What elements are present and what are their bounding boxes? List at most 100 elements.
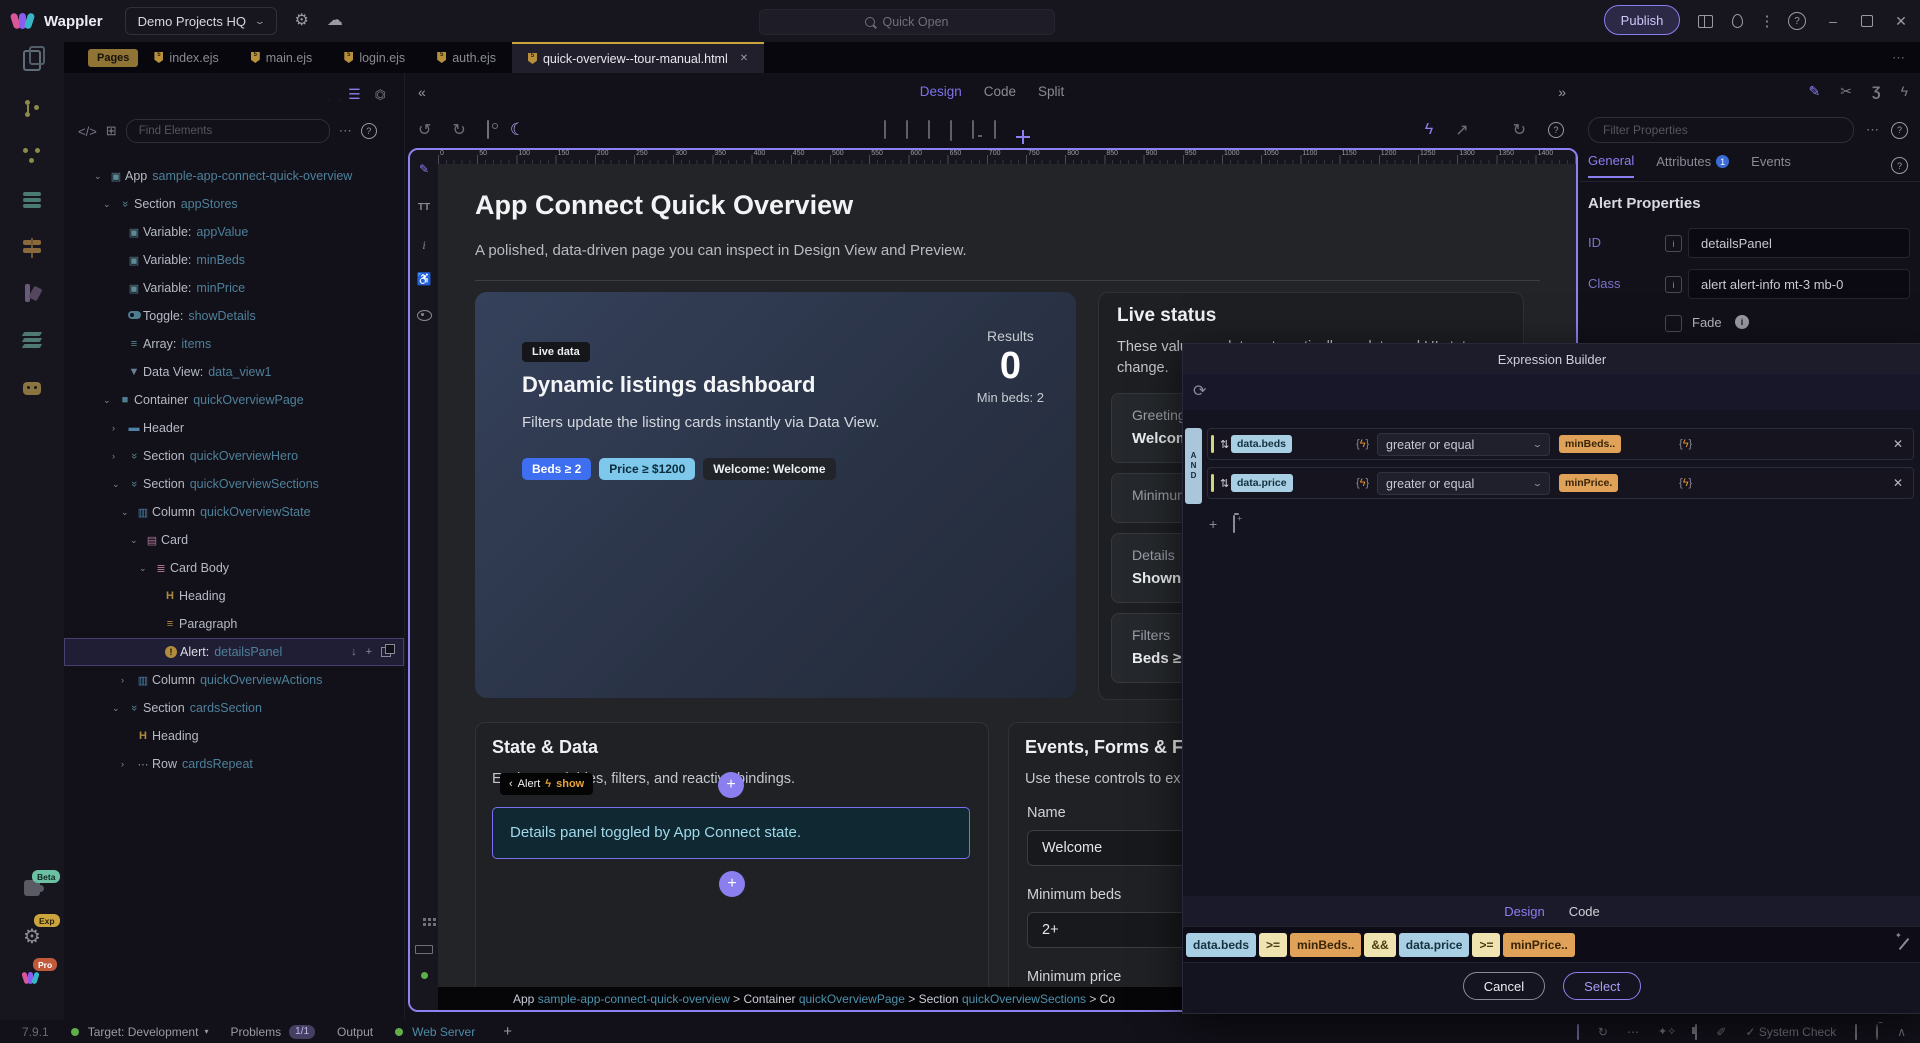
maximize-button[interactable] (1852, 0, 1882, 42)
expand-right-icon[interactable]: » (1558, 85, 1566, 99)
theme-droplet-icon[interactable] (1722, 0, 1752, 42)
remove-condition-icon[interactable]: ✕ (1893, 437, 1903, 451)
operator-select[interactable]: greater or equal⌄ (1377, 472, 1550, 495)
left-operand-chip[interactable]: data.price (1231, 474, 1293, 492)
tree-item[interactable]: ›▥ColumnquickOverviewActions (64, 666, 404, 694)
grid-toggle-icon[interactable] (410, 918, 438, 921)
tree-item[interactable]: ›»SectionquickOverviewHero (64, 442, 404, 470)
cloud-deploy-icon[interactable]: ☁ (327, 13, 343, 29)
workflows-icon[interactable] (0, 146, 64, 164)
binding-icon[interactable]: {ϟ} (1679, 438, 1692, 450)
tree-chevron-icon[interactable]: › (121, 759, 134, 769)
cancel-button[interactable]: Cancel (1463, 972, 1545, 1000)
fade-info-icon[interactable]: i (1735, 315, 1749, 329)
split-view-icon[interactable] (1690, 0, 1720, 42)
settings-gear-icon[interactable]: ⚙ (295, 13, 309, 29)
view-tab-code[interactable]: Code (984, 84, 1016, 99)
tree-view-icon[interactable]: ⏣ (375, 87, 386, 103)
hero-card[interactable]: Live data Dynamic listings dashboard Fil… (475, 292, 1076, 698)
tree-item[interactable]: ≡Array:items (64, 330, 404, 358)
remove-condition-icon[interactable]: ✕ (1893, 476, 1903, 490)
find-elements-input[interactable] (126, 119, 330, 143)
expression-chip[interactable]: minPrice.. (1503, 933, 1574, 957)
scissors-icon[interactable]: ✂ (1840, 83, 1852, 100)
class-info-icon[interactable]: i (1665, 276, 1682, 293)
experimental-gear-icon[interactable]: ⚙ (0, 924, 64, 949)
tree-item[interactable]: ⌄▤Card (64, 526, 404, 554)
move-down-icon[interactable]: ↓ (351, 646, 357, 658)
file-tab[interactable]: 5quick-overview--tour-manual.html✕ (512, 42, 764, 73)
tree-chevron-icon[interactable]: › (112, 451, 125, 461)
kebab-menu-icon[interactable]: ⋮ (1752, 0, 1782, 42)
project-switcher[interactable]: Demo Projects HQ ⌄ (125, 7, 277, 35)
view-tab-split[interactable]: Split (1038, 84, 1064, 99)
routes-signpost-icon[interactable] (0, 238, 64, 258)
dialog-tab-code[interactable]: Code (1569, 904, 1600, 919)
typography-icon[interactable]: TT (410, 202, 438, 213)
tree-chevron-icon[interactable]: › (112, 423, 125, 433)
ruler-toggle-icon[interactable] (410, 945, 438, 954)
tree-item[interactable]: HHeading (64, 582, 404, 610)
tab-events[interactable]: Events (1751, 154, 1791, 177)
target-label[interactable]: Target: Development (88, 1025, 199, 1039)
device-tablet-landscape-icon[interactable] (906, 121, 908, 139)
code-icon[interactable]: </> (78, 124, 97, 139)
sort-icon[interactable]: ⇅ (1220, 438, 1229, 451)
events-lightning-icon[interactable]: ϟ (1901, 83, 1908, 100)
add-condition-icon[interactable]: + (1209, 516, 1217, 532)
condition-row[interactable]: ⇅data.beds{ϟ}greater or equal⌄minBeds..{… (1207, 428, 1914, 460)
tree-chevron-icon[interactable]: ⌄ (112, 703, 125, 714)
tree-chevron-icon[interactable]: ⌄ (121, 507, 134, 518)
properties-help-icon[interactable]: ? (1891, 122, 1908, 139)
redo-icon[interactable]: ↻ (452, 120, 465, 140)
components-icon[interactable]: ⊞ (106, 123, 117, 139)
filter-properties-input[interactable] (1588, 117, 1854, 143)
tree-item[interactable]: HHeading (64, 722, 404, 750)
edit-pencil-icon[interactable]: ✎ (410, 162, 438, 176)
class-input[interactable]: alert alert-info mt-3 mb-0 (1688, 269, 1910, 299)
device-phone-icon[interactable] (884, 121, 886, 139)
tree-item[interactable]: ⌄▣Appsample-app-connect-quick-overview (64, 162, 404, 190)
eye-preview-icon[interactable] (410, 310, 438, 321)
pages-badge[interactable]: Pages (88, 49, 138, 67)
add-group-icon[interactable] (1233, 516, 1235, 532)
operator-select[interactable]: greater or equal⌄ (1377, 433, 1550, 456)
tree-item[interactable]: ›⋯RowcardsRepeat (64, 750, 404, 778)
tree-item[interactable]: ⌄»SectionappStores (64, 190, 404, 218)
status-refresh-icon[interactable]: ↻ (1598, 1025, 1608, 1039)
tree-help-icon[interactable]: ? (361, 123, 377, 139)
file-tab[interactable]: 5index.ejs (138, 42, 234, 73)
tree-item[interactable]: ▣Variable:minPrice (64, 274, 404, 302)
file-tab[interactable]: 5main.ejs (235, 42, 329, 73)
git-icon[interactable] (0, 100, 64, 118)
accessibility-icon[interactable]: ♿ (410, 272, 438, 286)
info-inspector-icon[interactable]: i (410, 238, 438, 253)
tree-item[interactable]: !Alert:detailsPanel↓+ (64, 638, 404, 666)
output-label[interactable]: Output (337, 1025, 373, 1039)
tree-item[interactable]: ⌄▥ColumnquickOverviewState (64, 498, 404, 526)
tree-item[interactable]: ⌄»SectioncardsSection (64, 694, 404, 722)
tree-item[interactable]: ⌄≣Card Body (64, 554, 404, 582)
and-group-bar[interactable]: AND (1185, 428, 1202, 504)
close-button[interactable]: ✕ (1886, 0, 1916, 42)
tree-item[interactable]: Toggle:showDetails (64, 302, 404, 330)
binding-icon[interactable]: {ϟ} (1356, 477, 1369, 489)
list-view-icon[interactable]: ☰ (348, 86, 361, 103)
share-preview-icon[interactable]: ↗ (1455, 120, 1468, 140)
state-data-card[interactable]: State & Data Explore variables, filters,… (475, 722, 989, 1012)
expression-chip[interactable]: >= (1259, 933, 1287, 957)
system-check-button[interactable]: ✓ System Check (1745, 1025, 1836, 1039)
bug-icon[interactable] (1876, 1025, 1878, 1039)
tree-more-icon[interactable]: ⋯ (339, 123, 352, 139)
screenshot-camera-icon[interactable] (487, 121, 489, 139)
status-more-icon[interactable]: ⋯ (1627, 1025, 1639, 1039)
tree-item[interactable]: ▣Variable:minBeds (64, 246, 404, 274)
file-tab[interactable]: 5auth.ejs (421, 42, 512, 73)
details-alert-box[interactable]: Details panel toggled by App Connect sta… (492, 807, 970, 859)
wappler-pro-icon[interactable] (0, 970, 64, 986)
undo-icon[interactable]: ↺ (418, 120, 431, 140)
tree-chevron-icon[interactable]: › (121, 675, 134, 685)
sort-icon[interactable]: ⇅ (1220, 477, 1229, 490)
right-operand-chip[interactable]: minBeds.. (1559, 435, 1621, 453)
breadcrumb-link[interactable]: quickOverviewPage (799, 992, 905, 1006)
